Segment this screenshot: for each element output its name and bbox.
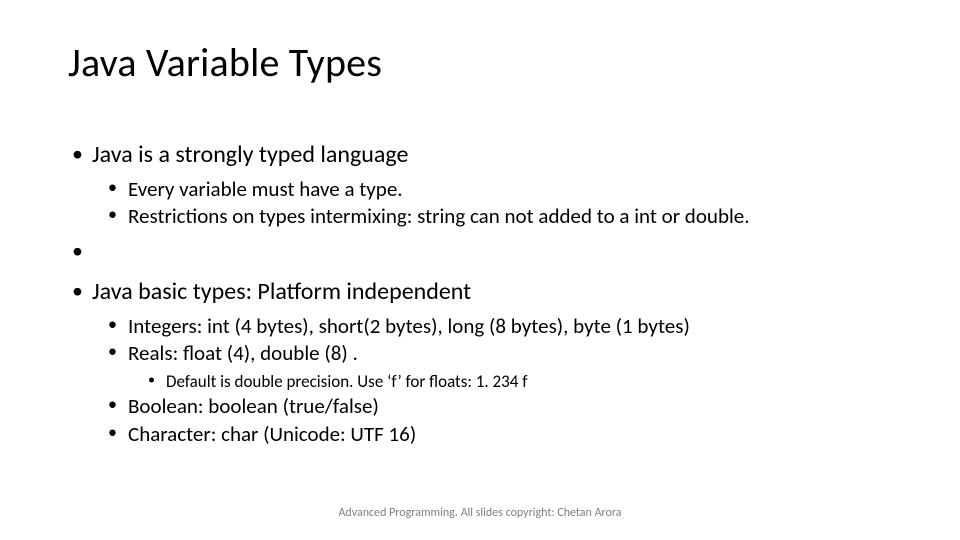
bullet-text: Java is a strongly typed language	[92, 140, 408, 169]
sub-sub-bullet: Default is double precision. Use ‘f’ for…	[144, 371, 900, 393]
sub-sub-list: Default is double precision. Use ‘f’ for…	[128, 371, 900, 393]
sub-bullet: Restrictions on types intermixing: strin…	[104, 203, 900, 230]
sub-bullet-text: Reals: float (4), double (8) .	[128, 340, 358, 366]
bullet-list: Java is a strongly typed language Every …	[68, 140, 900, 448]
sub-list: Every variable must have a type. Restric…	[92, 176, 900, 231]
bullet-basic-types: Java basic types: Platform independent I…	[68, 277, 900, 448]
slide: Java Variable Types Java is a strongly t…	[0, 0, 960, 540]
sub-bullet-integers: Integers: int (4 bytes), short(2 bytes),…	[104, 313, 900, 340]
sub-list: Integers: int (4 bytes), short(2 bytes),…	[92, 313, 900, 448]
sub-bullet-reals: Reals: float (4), double (8) . Default i…	[104, 340, 900, 393]
slide-footer: Advanced Programming. All slides copyrig…	[0, 506, 960, 520]
spacer	[68, 237, 900, 271]
bullet-text: Java basic types: Platform independent	[92, 277, 471, 306]
slide-body: Java is a strongly typed language Every …	[68, 140, 900, 454]
bullet-strongly-typed: Java is a strongly typed language Every …	[68, 140, 900, 231]
sub-bullet-boolean: Boolean: boolean (true/false)	[104, 393, 900, 420]
sub-bullet: Every variable must have a type.	[104, 176, 900, 203]
slide-title: Java Variable Types	[68, 38, 382, 87]
sub-bullet-character: Character: char (Unicode: UTF 16)	[104, 421, 900, 448]
